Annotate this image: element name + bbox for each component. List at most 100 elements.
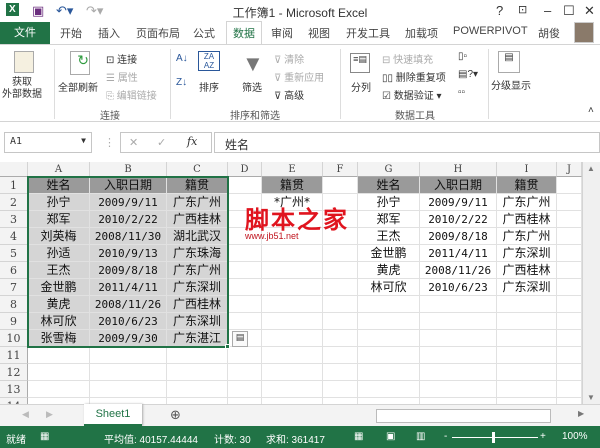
tab-page-layout[interactable]: 页面布局 <box>136 25 180 41</box>
cell-G13[interactable] <box>358 381 420 398</box>
tab-powerpivot[interactable]: POWERPIVOT <box>453 25 528 37</box>
cell-D8[interactable] <box>228 296 262 313</box>
cell-H8[interactable] <box>420 296 497 313</box>
cell-G1[interactable]: 姓名 <box>358 177 420 194</box>
row-header-1[interactable]: 1 <box>0 177 28 194</box>
column-header-H[interactable]: H <box>420 162 497 177</box>
cell-F1[interactable] <box>323 177 358 194</box>
cell-F13[interactable] <box>323 381 358 398</box>
cell-H11[interactable] <box>420 347 497 364</box>
edit-links-button[interactable]: ⎘ 编辑链接 <box>106 87 157 102</box>
cell-F7[interactable] <box>323 279 358 296</box>
cell-C11[interactable] <box>167 347 228 364</box>
cell-B3[interactable]: 2010/2/22 <box>90 211 167 228</box>
cell-J4[interactable] <box>557 228 582 245</box>
cell-D12[interactable] <box>228 364 262 381</box>
scroll-right-icon[interactable]: ▶ <box>578 409 584 418</box>
cell-I13[interactable] <box>497 381 557 398</box>
cell-J12[interactable] <box>557 364 582 381</box>
cell-H1[interactable]: 入职日期 <box>420 177 497 194</box>
cell-G12[interactable] <box>358 364 420 381</box>
zoom-in-icon[interactable]: + <box>540 431 546 442</box>
cell-I9[interactable] <box>497 313 557 330</box>
column-header-G[interactable]: G <box>358 162 420 177</box>
cell-J3[interactable] <box>557 211 582 228</box>
select-all-corner[interactable] <box>0 162 28 177</box>
row-header-6[interactable]: 6 <box>0 262 28 279</box>
cell-H6[interactable]: 2008/11/26 <box>420 262 497 279</box>
insert-function-icon[interactable]: fx <box>187 135 197 148</box>
row-header-3[interactable]: 3 <box>0 211 28 228</box>
cell-C7[interactable]: 广东深圳 <box>167 279 228 296</box>
cell-I3[interactable]: 广西桂林 <box>497 211 557 228</box>
cell-J6[interactable] <box>557 262 582 279</box>
reapply-button[interactable]: ⊽ 重新应用 <box>274 69 324 84</box>
tab-formulas[interactable]: 公式 <box>193 25 215 41</box>
row-header-9[interactable]: 9 <box>0 313 28 330</box>
cell-G11[interactable] <box>358 347 420 364</box>
cell-F10[interactable] <box>323 330 358 347</box>
cell-G5[interactable]: 金世鹏 <box>358 245 420 262</box>
consolidate-icon[interactable]: ▯▫ <box>458 51 467 62</box>
cell-B6[interactable]: 2009/8/18 <box>90 262 167 279</box>
cell-A6[interactable]: 王杰 <box>28 262 90 279</box>
cell-J11[interactable] <box>557 347 582 364</box>
cell-A5[interactable]: 孙适 <box>28 245 90 262</box>
cell-H2[interactable]: 2009/9/11 <box>420 194 497 211</box>
cell-A10[interactable]: 张雪梅 <box>28 330 90 347</box>
cell-B13[interactable] <box>90 381 167 398</box>
cell-J10[interactable] <box>557 330 582 347</box>
macro-record-icon[interactable]: ▦ <box>40 431 49 442</box>
tab-data[interactable]: 数据 <box>226 21 262 44</box>
cell-C10[interactable]: 广东湛江 <box>167 330 228 347</box>
formula-input[interactable]: 姓名 <box>214 132 600 153</box>
quick-analysis-icon[interactable]: ▤ <box>232 331 248 347</box>
next-sheet-icon[interactable]: ▶ <box>46 409 53 420</box>
cell-A4[interactable]: 刘英梅 <box>28 228 90 245</box>
help-icon[interactable]: ? <box>496 3 503 18</box>
cell-G7[interactable]: 林可欣 <box>358 279 420 296</box>
horizontal-scrollbar[interactable] <box>376 409 551 423</box>
cell-G10[interactable] <box>358 330 420 347</box>
cell-A12[interactable] <box>28 364 90 381</box>
cell-C13[interactable] <box>167 381 228 398</box>
cell-D7[interactable] <box>228 279 262 296</box>
cell-E9[interactable] <box>262 313 323 330</box>
cell-H3[interactable]: 2010/2/22 <box>420 211 497 228</box>
cell-F11[interactable] <box>323 347 358 364</box>
cell-C4[interactable]: 湖北武汉 <box>167 228 228 245</box>
tab-addins[interactable]: 加载项 <box>405 25 438 41</box>
tab-developer[interactable]: 开发工具 <box>346 25 390 41</box>
cell-B9[interactable]: 2010/6/23 <box>90 313 167 330</box>
advanced-filter-button[interactable]: ⊽ 高级 <box>274 87 304 102</box>
maximize-icon[interactable]: ☐ <box>563 3 575 19</box>
scroll-down-icon[interactable]: ▼ <box>587 393 595 402</box>
cell-A8[interactable]: 黄虎 <box>28 296 90 313</box>
minimize-icon[interactable]: – <box>544 3 551 18</box>
cell-D1[interactable] <box>228 177 262 194</box>
cell-A2[interactable]: 孙宁 <box>28 194 90 211</box>
cell-E10[interactable] <box>262 330 323 347</box>
close-icon[interactable]: ✕ <box>584 3 595 19</box>
column-header-I[interactable]: I <box>497 162 557 177</box>
row-header-5[interactable]: 5 <box>0 245 28 262</box>
zoom-level[interactable]: 100% <box>562 431 588 442</box>
page-break-view-icon[interactable]: ▥ <box>416 431 425 442</box>
cell-C8[interactable]: 广西桂林 <box>167 296 228 313</box>
column-header-A[interactable]: A <box>28 162 90 177</box>
column-header-F[interactable]: F <box>323 162 358 177</box>
cell-B4[interactable]: 2008/11/30 <box>90 228 167 245</box>
cell-B8[interactable]: 2008/11/26 <box>90 296 167 313</box>
cell-A1[interactable]: 姓名 <box>28 177 90 194</box>
new-sheet-icon[interactable]: ⊕ <box>170 407 181 423</box>
cell-B7[interactable]: 2011/4/11 <box>90 279 167 296</box>
cell-H10[interactable] <box>420 330 497 347</box>
cell-G4[interactable]: 王杰 <box>358 228 420 245</box>
row-header-13[interactable]: 13 <box>0 381 28 398</box>
cell-D9[interactable] <box>228 313 262 330</box>
remove-duplicates-button[interactable]: ▯▯ 删除重复项 <box>382 69 446 84</box>
vertical-scrollbar[interactable]: ▲ ▼ <box>582 162 600 404</box>
cell-E5[interactable] <box>262 245 323 262</box>
row-header-10[interactable]: 10 <box>0 330 28 347</box>
cell-I8[interactable] <box>497 296 557 313</box>
